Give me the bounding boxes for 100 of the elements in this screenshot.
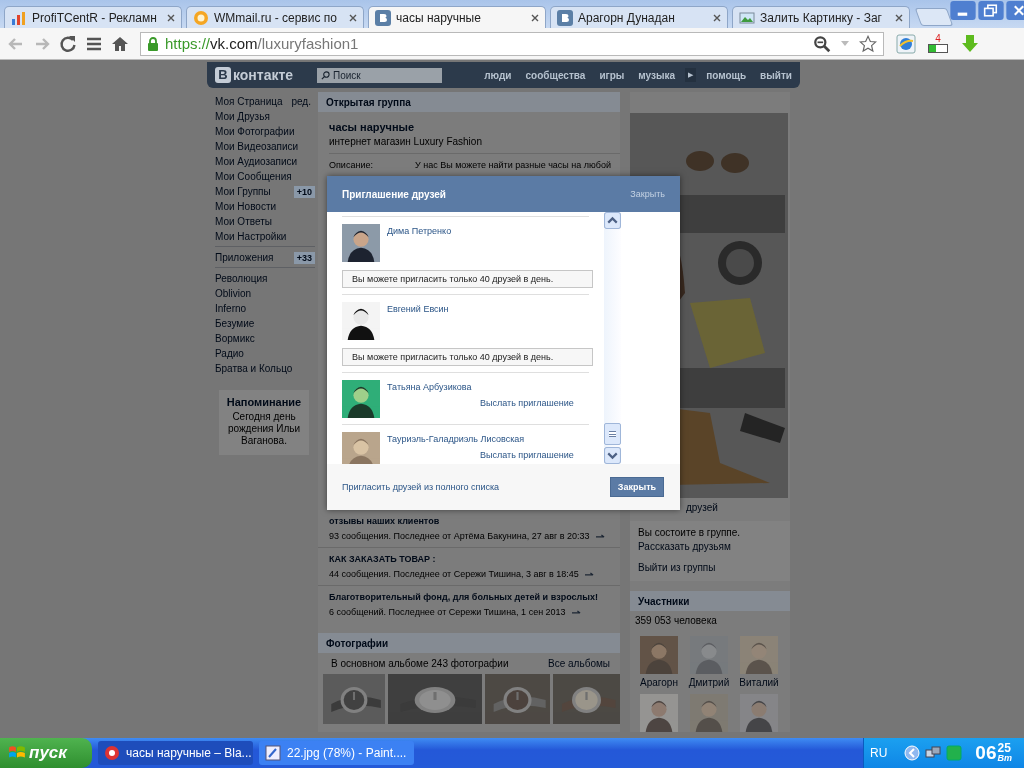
friend-name[interactable]: Тауриэль-Галадриэль Лисовская bbox=[387, 434, 574, 444]
topic-title[interactable]: отзывы наших клиентов bbox=[329, 516, 618, 526]
network-icon[interactable] bbox=[925, 745, 942, 761]
browser-tab[interactable]: Арагорн Дунадан bbox=[550, 6, 728, 28]
nav-link[interactable]: помощь bbox=[706, 69, 747, 81]
sidebar-item[interactable]: Inferno bbox=[215, 303, 315, 314]
sidebar-item[interactable]: Oblivion bbox=[215, 288, 315, 299]
sidebar-item[interactable]: Приложения bbox=[215, 252, 294, 263]
nav-link[interactable]: музыка bbox=[638, 69, 676, 81]
logo-mark: В bbox=[215, 67, 231, 83]
lock-icon bbox=[147, 35, 159, 52]
paint-icon bbox=[265, 745, 281, 761]
restore-icon[interactable] bbox=[978, 1, 1004, 20]
membership-status: Вы состоите в группе. bbox=[638, 527, 742, 538]
invite-friends-link[interactable]: друзей bbox=[686, 502, 718, 513]
nav-link[interactable]: выйти bbox=[760, 69, 792, 81]
sidebar-item[interactable]: Вормикс bbox=[215, 333, 315, 344]
dialog-title: Приглашение друзей bbox=[342, 188, 446, 200]
logo-text: контакте bbox=[233, 67, 294, 83]
bar-chart-icon bbox=[11, 9, 27, 26]
minimize-icon[interactable] bbox=[950, 1, 976, 20]
orb-icon bbox=[193, 9, 209, 26]
sidebar-item[interactable]: Мои Сообщения bbox=[215, 171, 315, 182]
invite-all-link[interactable]: Пригласить друзей из полного списка bbox=[342, 482, 500, 492]
friend-name[interactable]: Татьяна Арбузикова bbox=[387, 382, 574, 392]
nav-link[interactable]: сообщества bbox=[525, 69, 586, 81]
edit-link[interactable]: ред. bbox=[291, 96, 311, 107]
topic-title[interactable]: КАК ЗАКАЗАТЬ ТОВАР : bbox=[329, 554, 618, 564]
sidebar-item[interactable]: Братва и Кольцо bbox=[215, 363, 315, 374]
scroll-up-icon[interactable] bbox=[604, 212, 621, 229]
new-tab-button[interactable] bbox=[914, 8, 954, 26]
sidebar-item[interactable]: Мои Ответы bbox=[215, 216, 315, 227]
download-arrow-icon[interactable] bbox=[960, 33, 980, 54]
arrow-icon[interactable] bbox=[595, 533, 605, 539]
sidebar-item[interactable]: Мои Настройки bbox=[215, 231, 315, 242]
address-bar[interactable]: https://vk.com/luxuryfashion1 bbox=[140, 31, 884, 56]
topic-title[interactable]: Благотворительный фонд, для больных детей и взрослых! bbox=[329, 592, 618, 602]
browser-tab[interactable]: часы наручные bbox=[368, 6, 546, 28]
limit-notice: Вы можете пригласить только 40 друзей в день. bbox=[342, 270, 593, 288]
reload-icon[interactable] bbox=[58, 33, 78, 54]
browser-icon bbox=[104, 745, 120, 761]
sidebar-item[interactable]: Мои Аудиозаписи bbox=[215, 156, 315, 167]
sidebar-item[interactable]: Революция bbox=[215, 273, 315, 284]
scroll-thumb[interactable] bbox=[604, 423, 621, 445]
tell-friends-link[interactable]: Рассказать друзьям bbox=[638, 541, 782, 552]
star-icon[interactable] bbox=[859, 34, 877, 53]
language-indicator[interactable]: RU bbox=[870, 746, 888, 760]
scroll-down-icon[interactable] bbox=[604, 447, 621, 464]
count-badge[interactable]: +33 bbox=[293, 251, 315, 264]
browser-tab[interactable]: ProfiTCentR - Рекламн bbox=[4, 6, 182, 28]
close-link[interactable]: Закрыть bbox=[630, 189, 665, 199]
friend-name[interactable]: Евгений Евсин bbox=[387, 304, 449, 314]
group-name: часы наручные bbox=[329, 121, 416, 133]
close-icon[interactable] bbox=[167, 13, 175, 22]
close-icon[interactable] bbox=[349, 13, 357, 22]
friend-name[interactable]: Дима Петренко bbox=[387, 226, 452, 236]
group-subtitle: интернет магазин Luxury Fashion bbox=[329, 136, 483, 147]
browser-tab[interactable]: WMmail.ru - сервис по bbox=[186, 6, 364, 28]
sidebar-item[interactable]: Мои Группы bbox=[215, 186, 294, 197]
leave-group-link[interactable]: Выйти из группы bbox=[638, 562, 782, 573]
field-value: У нас Вы можете найти разные часы на любой bbox=[415, 160, 611, 170]
browser-tab[interactable]: Залить Картинку - Заг bbox=[732, 6, 910, 28]
start-button[interactable]: пуск bbox=[0, 738, 92, 768]
sidebar-item[interactable]: Мои Фотографии bbox=[215, 126, 315, 137]
taskbar-button[interactable]: 22.jpg (78%) - Paint.... bbox=[259, 741, 414, 765]
group-type: Открытая группа bbox=[326, 97, 411, 108]
taskbar-button[interactable]: часы наручные – Bla... bbox=[98, 741, 253, 765]
close-icon[interactable] bbox=[713, 13, 721, 22]
reminder-title: Напоминание bbox=[225, 396, 303, 408]
member-name[interactable]: Дмитрий bbox=[688, 677, 730, 688]
close-icon[interactable] bbox=[531, 13, 539, 22]
arrow-icon[interactable] bbox=[571, 609, 581, 615]
search-field[interactable]: Поиск bbox=[317, 67, 442, 83]
browser-globe-icon[interactable] bbox=[896, 33, 916, 54]
nav-link[interactable]: люди bbox=[484, 69, 512, 81]
close-button[interactable]: Закрыть bbox=[610, 477, 664, 497]
sidebar-item[interactable]: Безумие bbox=[215, 318, 315, 329]
logo[interactable]: В контакте bbox=[215, 67, 317, 83]
chevron-left-icon[interactable] bbox=[904, 745, 921, 761]
count-badge[interactable]: +10 bbox=[293, 185, 315, 198]
all-albums-link[interactable]: Все альбомы bbox=[548, 658, 610, 669]
sidebar-item[interactable]: Мои Видеозаписи bbox=[215, 141, 315, 152]
sidebar-item[interactable]: Радио bbox=[215, 348, 315, 359]
section-title: Фотографии bbox=[326, 638, 389, 649]
sidebar-item[interactable]: Мои Друзья bbox=[215, 111, 315, 122]
nav-link[interactable]: игры bbox=[599, 69, 625, 81]
send-invite-link[interactable]: Выслать приглашение bbox=[480, 398, 574, 408]
member-name[interactable]: Виталий bbox=[739, 677, 779, 688]
zoom-icon[interactable] bbox=[813, 34, 831, 53]
scrollbar[interactable] bbox=[604, 212, 621, 464]
arrow-icon[interactable] bbox=[584, 571, 594, 577]
close-icon[interactable] bbox=[895, 13, 903, 22]
reminder-text: Сегодня день рождения Ильи Ваганова. bbox=[226, 411, 302, 447]
members-count: 359 053 человека bbox=[634, 614, 718, 628]
limit-notice: Вы можете пригласить только 40 друзей в день. bbox=[342, 348, 593, 366]
send-invite-link[interactable]: Выслать приглашение bbox=[480, 450, 574, 460]
sidebar-item[interactable]: Мои Новости bbox=[215, 201, 315, 212]
topic-meta: 6 сообщений. Последнее от Сережи Тишина, 1 сен 2013 bbox=[329, 607, 566, 617]
sidebar-item[interactable]: Моя Страница bbox=[215, 96, 292, 107]
member-name[interactable]: Арагорн bbox=[640, 677, 678, 688]
